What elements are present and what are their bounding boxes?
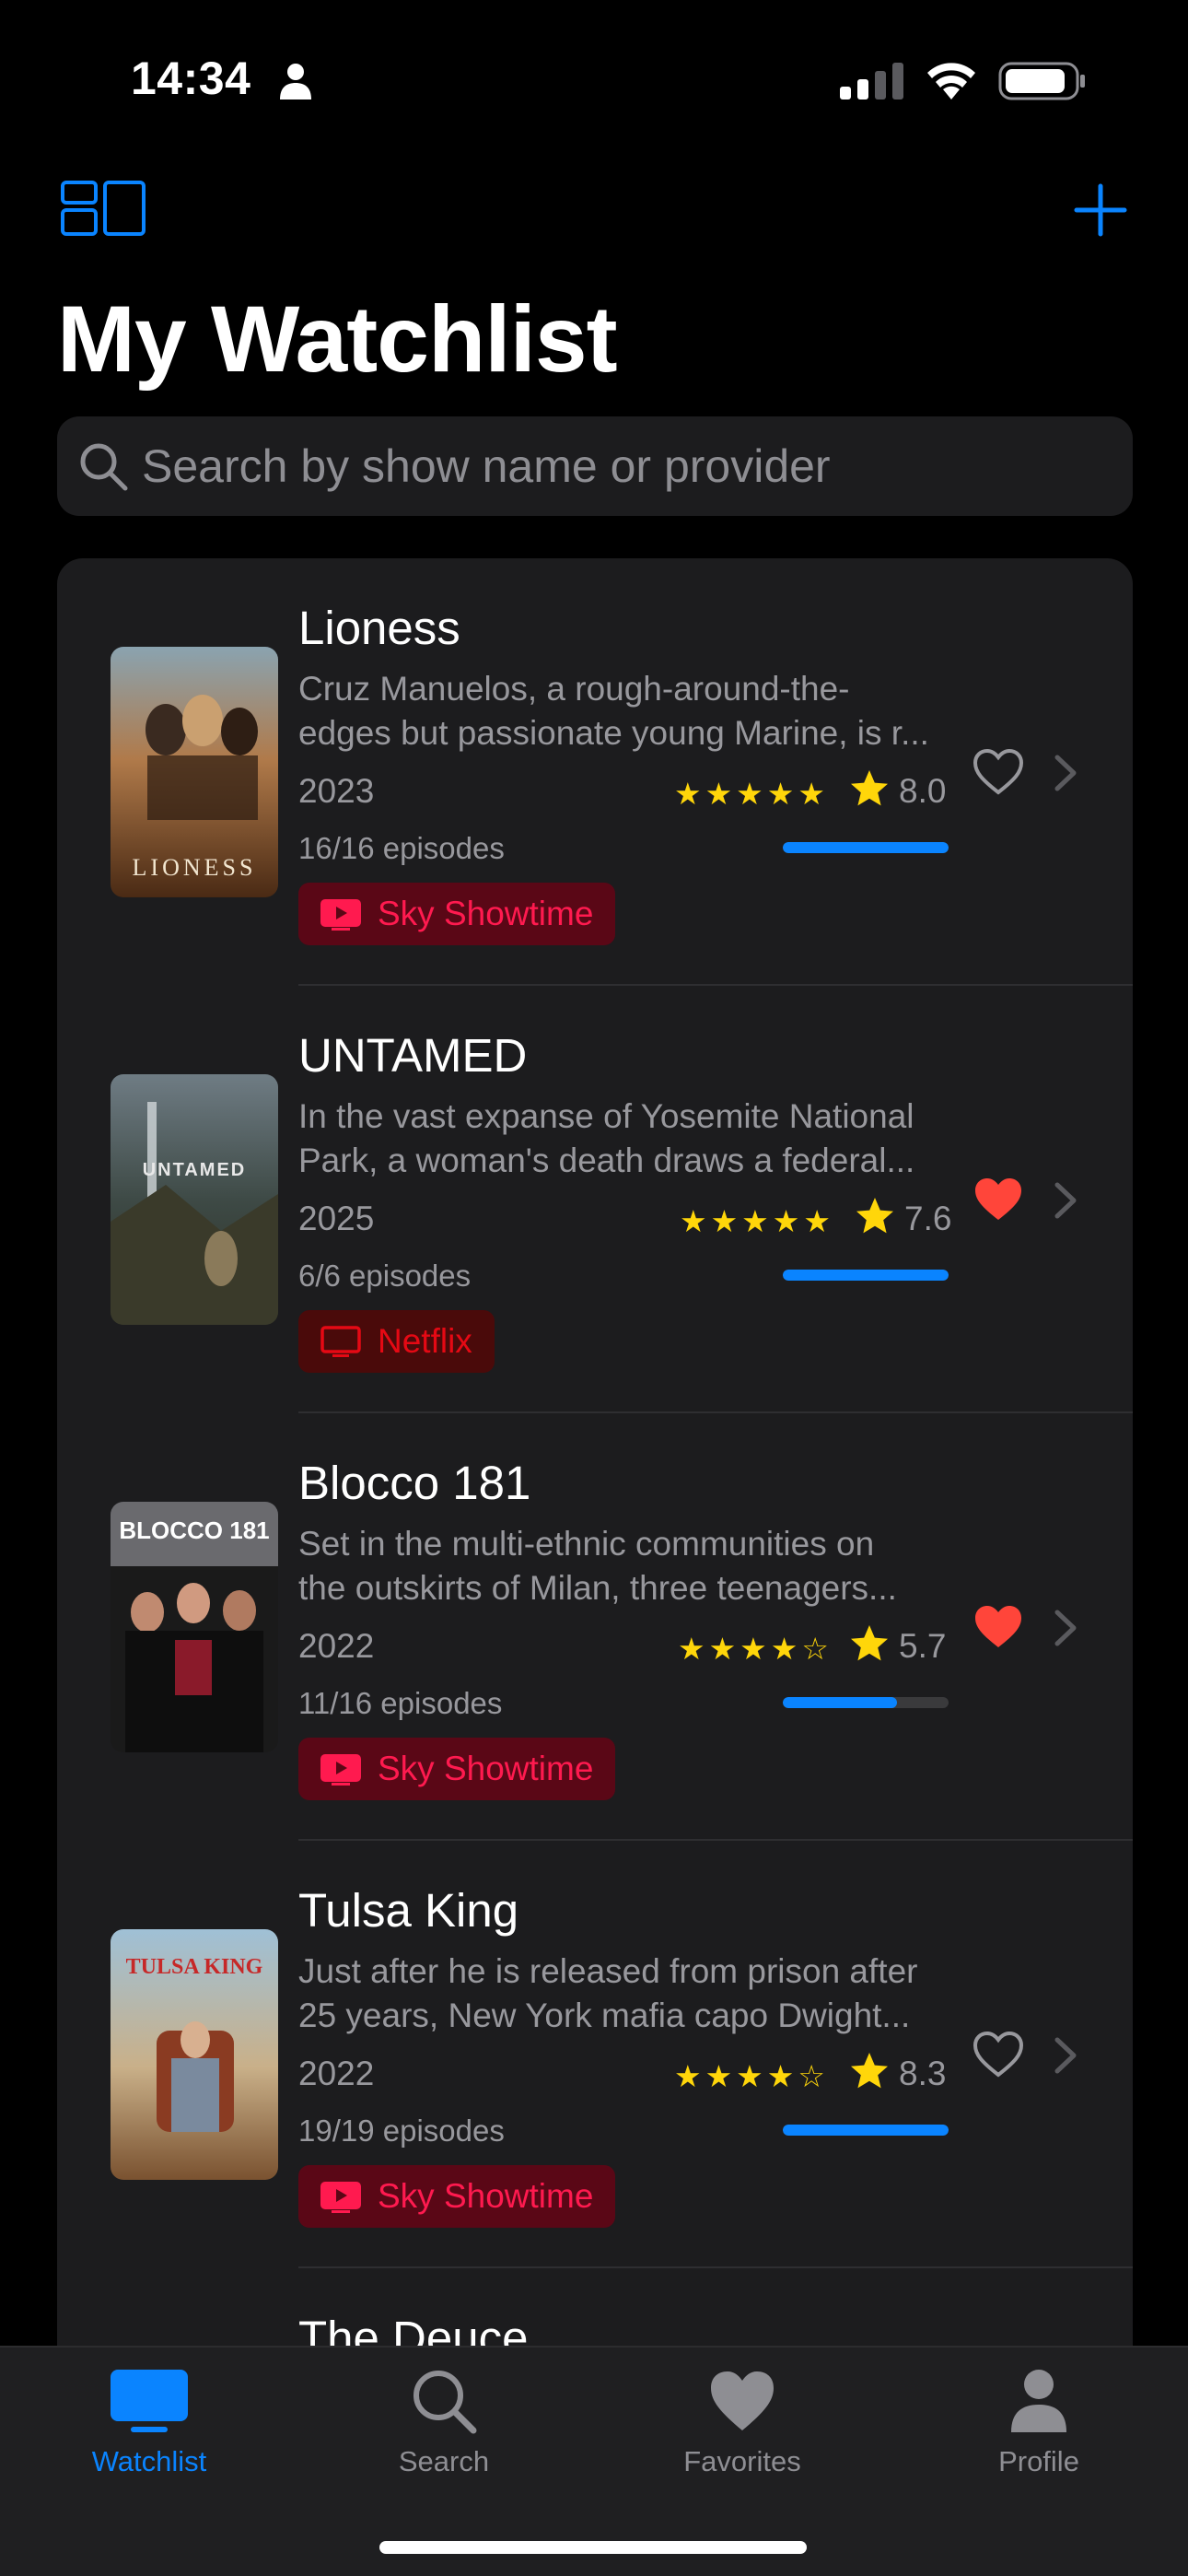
star-rating: ★★★★★ bbox=[674, 777, 829, 811]
layout-grid-icon[interactable] bbox=[61, 181, 146, 236]
poster-title: UNTAMED bbox=[143, 1160, 247, 1180]
show-year: 2022 bbox=[298, 2055, 375, 2092]
person-icon bbox=[280, 64, 311, 100]
rating-value: 8.0 bbox=[899, 772, 947, 810]
show-year: 2023 bbox=[298, 772, 375, 810]
search-bar[interactable] bbox=[57, 416, 1133, 516]
list-item[interactable]: LIONESS Lioness Cruz Manuelos, a rough-a… bbox=[57, 558, 1133, 986]
show-title: Blocco 181 bbox=[298, 1457, 531, 1509]
search-input[interactable] bbox=[142, 416, 1118, 516]
tv-icon bbox=[320, 1326, 361, 1357]
show-title: Lioness bbox=[298, 602, 460, 654]
show-poster: BLOCCO 181 bbox=[111, 1502, 278, 1752]
poster-title: BLOCCO 181 bbox=[119, 1516, 269, 1544]
watch-progress-bar bbox=[783, 1697, 949, 1708]
watch-progress-bar bbox=[783, 2125, 949, 2136]
chevron-right-icon[interactable] bbox=[1054, 1181, 1077, 1220]
show-description: In the vast expanse of Yosemite National… bbox=[298, 1097, 915, 1179]
show-description: Just after he is released from prison af… bbox=[298, 1952, 918, 2034]
star-rating: ★★★★★ bbox=[680, 1204, 834, 1238]
provider-badge: Sky Showtime bbox=[298, 2165, 616, 2228]
home-indicator bbox=[379, 2541, 807, 2554]
wifi-icon bbox=[927, 63, 975, 100]
favorite-toggle-icon[interactable] bbox=[973, 1176, 1024, 1224]
status-time: 14:34 bbox=[131, 53, 251, 104]
rating-value: 8.3 bbox=[899, 2055, 947, 2092]
watchlist-list: LIONESS Lioness Cruz Manuelos, a rough-a… bbox=[57, 558, 1133, 2401]
cellular-signal-icon bbox=[840, 63, 903, 100]
search-icon bbox=[413, 2371, 477, 2434]
watch-progress-bar bbox=[783, 1270, 949, 1281]
heart-icon bbox=[711, 2371, 774, 2430]
play-icon bbox=[320, 899, 361, 931]
show-description: Cruz Manuelos, a rough-around-the- edges… bbox=[298, 670, 929, 752]
star-rating: ★★★★☆ bbox=[678, 1632, 833, 1666]
person-icon bbox=[1011, 2370, 1066, 2432]
episode-count: 11/16 episodes bbox=[298, 1686, 503, 1720]
tv-icon bbox=[111, 2370, 188, 2432]
show-poster: TULSA KING bbox=[111, 1929, 278, 2180]
show-poster: LIONESS bbox=[111, 647, 278, 897]
add-show-button[interactable] bbox=[1073, 182, 1128, 238]
rating-value: 7.6 bbox=[904, 1200, 952, 1237]
favorite-toggle-icon[interactable] bbox=[973, 1603, 1024, 1651]
episode-count: 6/6 episodes bbox=[298, 1259, 472, 1293]
poster-title: LIONESS bbox=[133, 854, 257, 881]
tab-profile[interactable]: Profile bbox=[928, 2366, 1149, 2513]
search-icon bbox=[80, 443, 128, 491]
show-description: Set in the multi-ethnic communities on t… bbox=[298, 1525, 897, 1607]
episode-count: 16/16 episodes bbox=[298, 831, 505, 865]
show-year: 2022 bbox=[298, 1627, 375, 1665]
provider-badge: Sky Showtime bbox=[298, 883, 616, 945]
status-bar: 14:34 bbox=[0, 0, 1188, 157]
list-item[interactable]: BLOCCO 181 Blocco 181 Set in the multi-e… bbox=[57, 1413, 1133, 1841]
favorite-toggle-icon[interactable] bbox=[973, 748, 1024, 796]
show-title: UNTAMED bbox=[298, 1029, 528, 1082]
provider-badge: Sky Showtime bbox=[298, 1738, 616, 1800]
tab-favorites[interactable]: Favorites bbox=[632, 2366, 853, 2513]
star-icon bbox=[856, 1198, 893, 1234]
star-rating: ★★★★☆ bbox=[674, 2059, 829, 2093]
show-poster: UNTAMED bbox=[111, 1074, 278, 1325]
show-year: 2025 bbox=[298, 1200, 375, 1237]
favorite-toggle-icon[interactable] bbox=[973, 2031, 1024, 2078]
poster-title: TULSA KING bbox=[126, 1955, 263, 1979]
provider-badge: Netflix bbox=[298, 1310, 495, 1373]
list-item[interactable]: TULSA KING Tulsa King Just after he is r… bbox=[57, 1841, 1133, 2268]
page-title: My Watchlist bbox=[57, 287, 618, 392]
star-icon bbox=[851, 770, 888, 806]
battery-icon bbox=[998, 62, 1085, 100]
watch-progress-bar bbox=[783, 842, 949, 853]
star-icon bbox=[851, 1625, 888, 1661]
show-title: Tulsa King bbox=[298, 1884, 519, 1937]
rating-value: 5.7 bbox=[899, 1627, 947, 1665]
play-icon bbox=[320, 2182, 361, 2213]
star-icon bbox=[851, 2053, 888, 2089]
play-icon bbox=[320, 1754, 361, 1786]
episode-count: 19/19 episodes bbox=[298, 2113, 505, 2148]
list-item[interactable]: UNTAMED UNTAMED In the vast expanse of Y… bbox=[57, 986, 1133, 1413]
tab-search[interactable]: Search bbox=[333, 2366, 554, 2513]
chevron-right-icon[interactable] bbox=[1054, 2036, 1077, 2075]
tab-watchlist[interactable]: Watchlist bbox=[39, 2366, 260, 2513]
chevron-right-icon[interactable] bbox=[1054, 1609, 1077, 1647]
chevron-right-icon[interactable] bbox=[1054, 754, 1077, 792]
